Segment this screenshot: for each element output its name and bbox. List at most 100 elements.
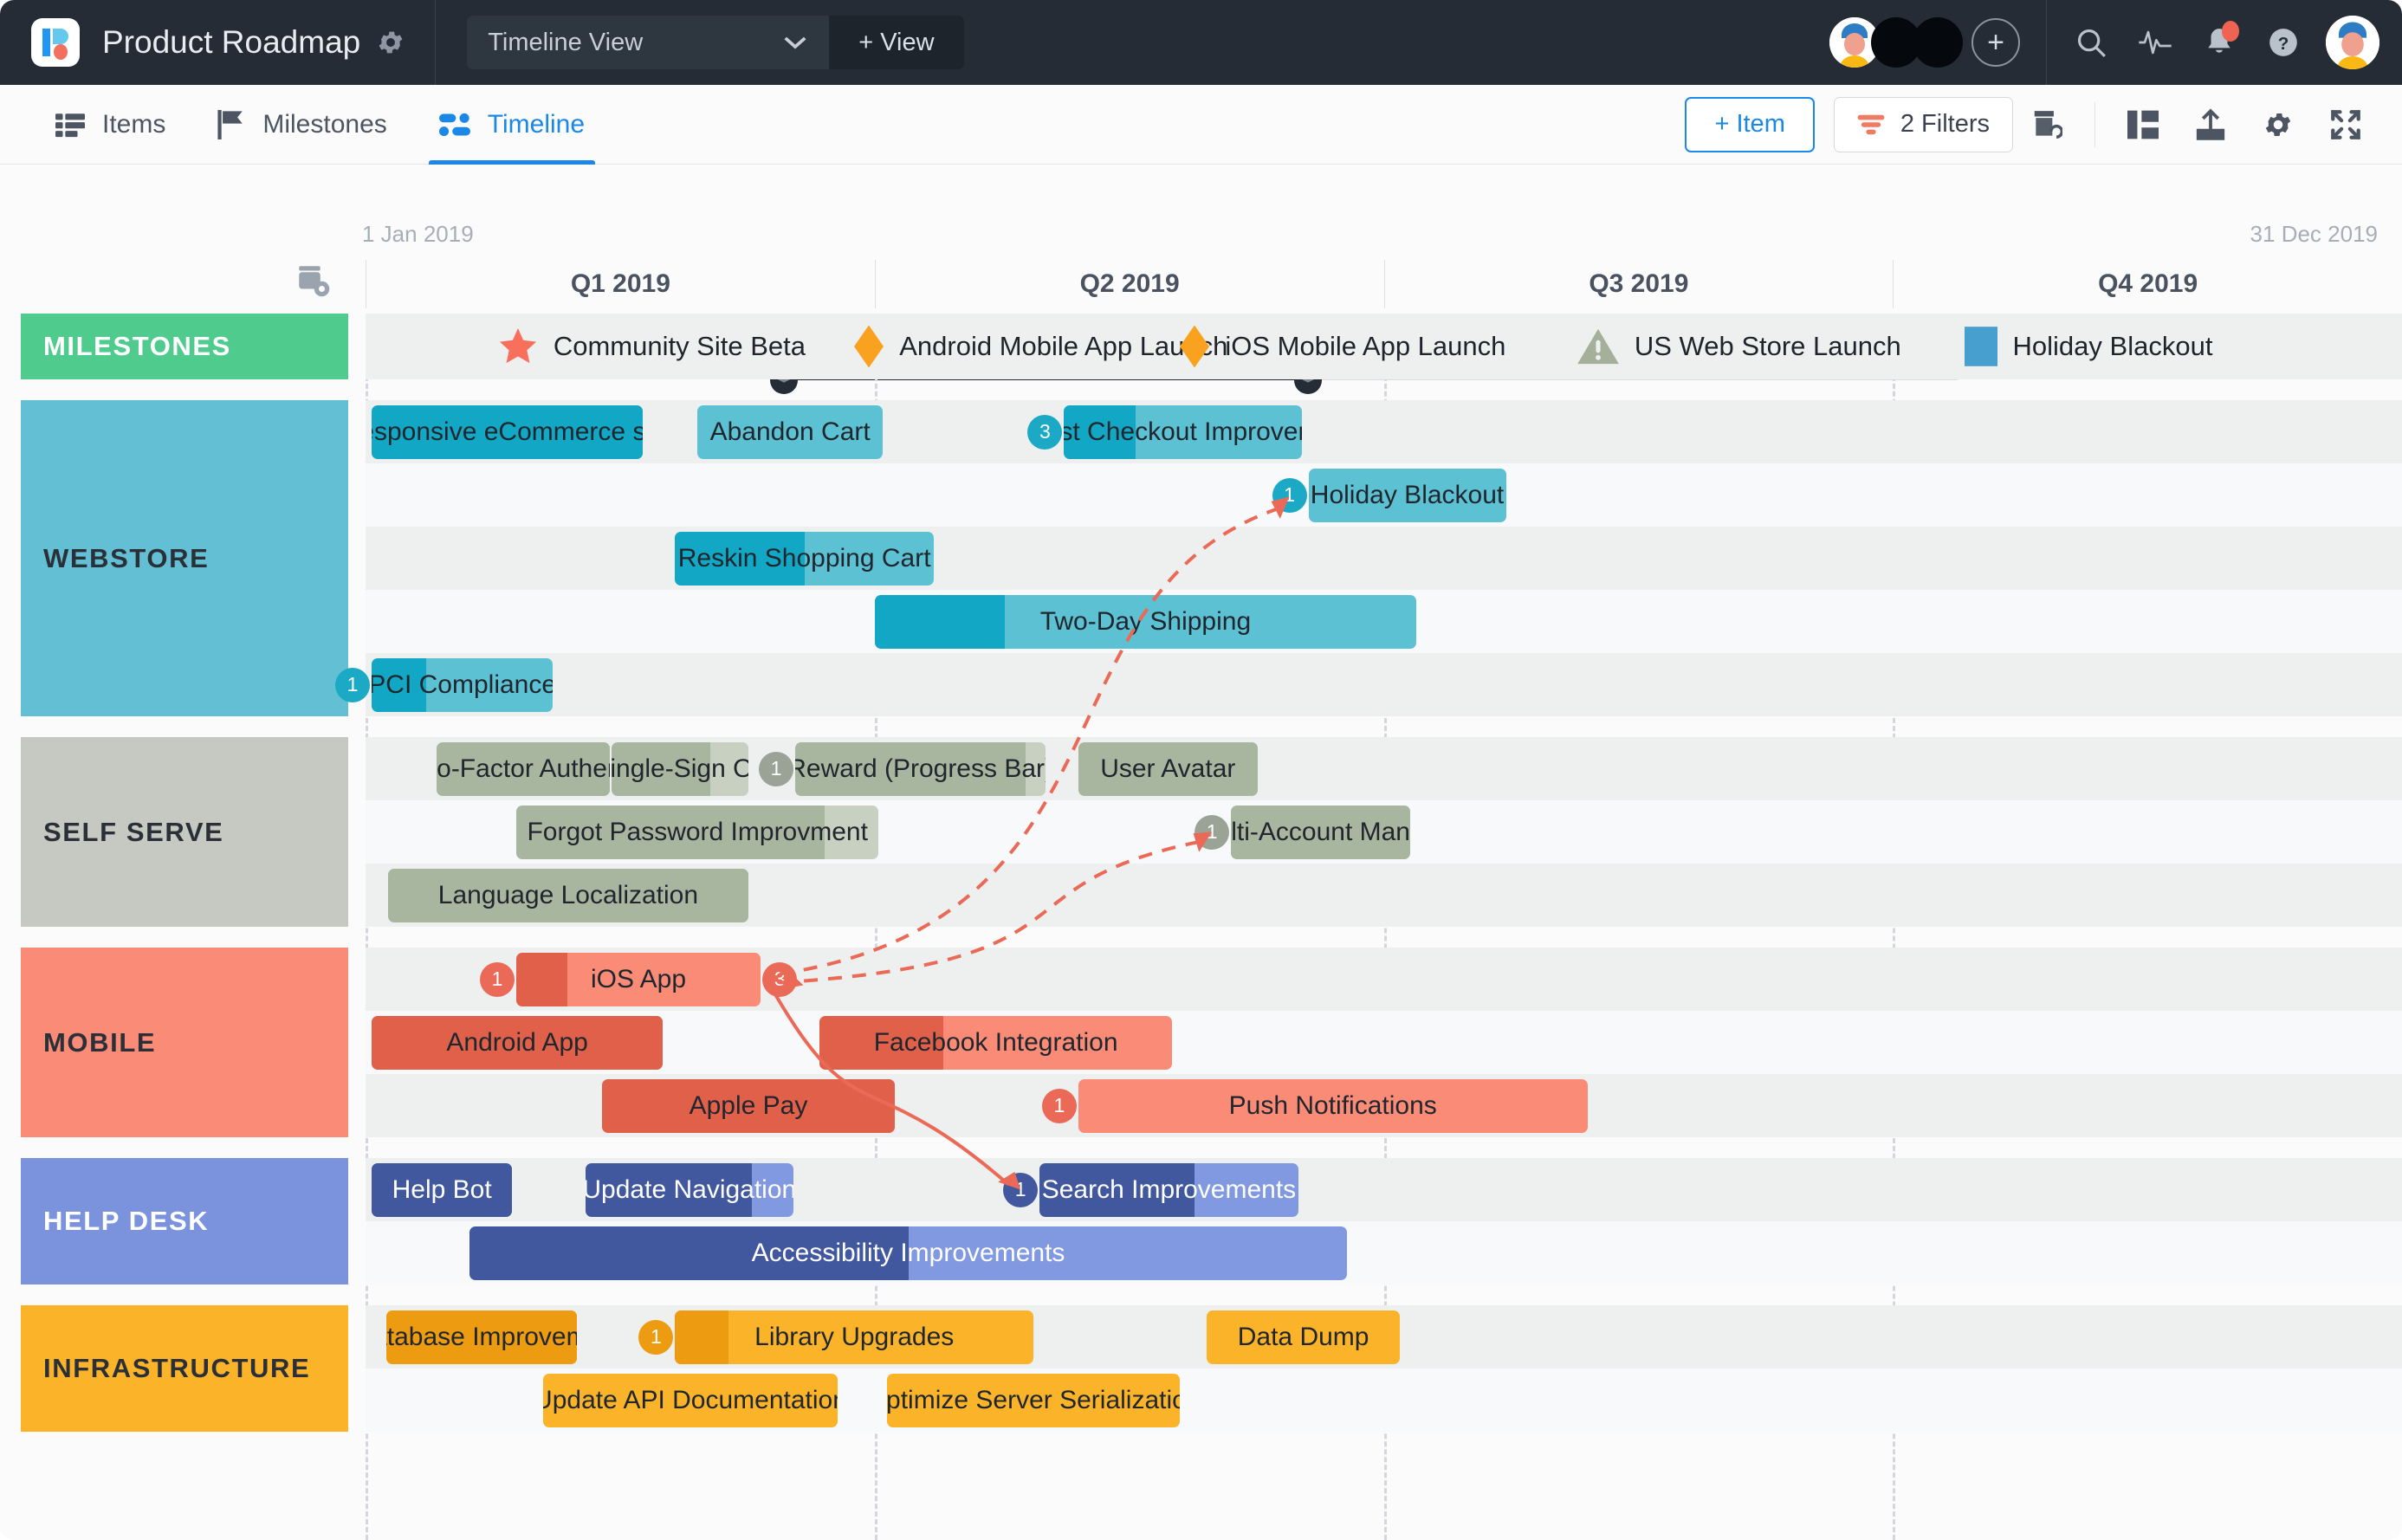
timeline-bar[interactable]: Facebook Integration [819, 1016, 1172, 1070]
timeline-bar[interactable]: User Avatar [1078, 742, 1258, 796]
timeline-row: iOS App 1 3 [366, 948, 2402, 1011]
milestone[interactable]: Android Mobile App Launch [854, 325, 1227, 368]
timeline-bar[interactable]: Update Navigation [586, 1163, 793, 1217]
dependency-badge[interactable]: 1 [1272, 478, 1307, 513]
milestone[interactable]: Holiday Blackout [1965, 327, 2213, 366]
timeline-bar[interactable]: Language Localization [388, 869, 748, 922]
bar-label: Language Localization [426, 881, 710, 910]
timeline-range-slider[interactable]: ◀▶ ◀▶ [0, 165, 2402, 217]
timeline-row: Holiday Blackout1 [366, 463, 2402, 527]
dependency-badge[interactable]: 1 [1003, 1173, 1038, 1207]
view-select[interactable]: Timeline View [467, 16, 829, 69]
timeline-date-bounds: 1 Jan 2019 31 Dec 2019 [0, 221, 2402, 254]
timeline-bar[interactable]: Multi-Account Mana... [1231, 806, 1410, 859]
gear-icon[interactable] [376, 28, 405, 57]
dependency-badge[interactable]: 3 [1027, 415, 1062, 450]
timeline-row: Android App Facebook Integration [366, 1011, 2402, 1074]
timeline-bar[interactable]: Database Improvem... [386, 1310, 578, 1364]
timeline-bar[interactable]: Abandon Cart [697, 405, 883, 459]
tab-items[interactable]: Items [29, 85, 191, 165]
swimlane-rows: Community Site Beta Android Mobile App La… [366, 314, 2402, 379]
timeline-bar[interactable]: PCI Compliance [372, 658, 553, 712]
gear-icon[interactable] [2244, 93, 2312, 157]
timeline-bar[interactable]: Accessibility Improvements [469, 1226, 1347, 1280]
tab-milestones[interactable]: Milestones [191, 85, 412, 165]
bar-label: iOS App [579, 965, 698, 994]
bar-label: User Avatar [1088, 754, 1247, 784]
filters-label: 2 Filters [1900, 110, 1990, 139]
dependency-badge[interactable]: 1 [759, 752, 793, 786]
timeline-bar[interactable]: Android App [372, 1016, 663, 1070]
dependency-badge[interactable]: 1 [1195, 815, 1229, 850]
search-icon[interactable] [2059, 10, 2123, 74]
calendar-settings-icon[interactable] [293, 260, 333, 300]
bar-label: Apple Pay [677, 1091, 820, 1121]
timeline-row: Accessibility Improvements [366, 1221, 2402, 1284]
timeline-bar[interactable]: Update API Documentation [543, 1374, 838, 1427]
panel-layout-icon[interactable] [2109, 93, 2177, 157]
timeline-bar[interactable]: Forgot Password Improvment [516, 806, 878, 859]
timeline-bar[interactable]: Reward (Progress Bar) [795, 742, 1046, 796]
milestone[interactable]: Community Site Beta [498, 327, 806, 366]
milestone[interactable]: iOS Mobile App Launch [1180, 325, 1505, 368]
timeline-bar[interactable]: Two-Day Shipping [875, 595, 1416, 649]
timeline-bar[interactable]: Optimize Server Serialization [887, 1374, 1181, 1427]
swimlane-label[interactable]: INFRASTRUCTURE [21, 1305, 348, 1432]
timeline-bar[interactable]: Reskin Shopping Cart [675, 532, 934, 586]
add-view-button[interactable]: + View [829, 16, 963, 69]
bar-label: Push Notifications [1217, 1091, 1449, 1121]
activity-icon[interactable] [2123, 10, 2187, 74]
add-member-button[interactable]: + [1971, 18, 2020, 67]
swimlane-label[interactable]: MILESTONES [21, 314, 348, 379]
swimlane-label[interactable]: MOBILE [21, 948, 348, 1137]
dependency-badge[interactable]: 1 [638, 1320, 673, 1355]
swimlane-rows: iOS App 1 3 Android App Facebook Integration… [366, 948, 2402, 1137]
bar-label: Two-Factor Authen... [437, 754, 610, 784]
timeline-bar[interactable]: Push Notifications [1078, 1079, 1588, 1133]
topbar-right-group: + ? [1829, 0, 2402, 85]
fullscreen-icon[interactable] [2312, 93, 2379, 157]
quarter-header: Q3 2019 [1384, 260, 1894, 308]
dependency-badge[interactable]: 3 [762, 962, 797, 997]
timeline-bar[interactable]: Apple Pay [602, 1079, 896, 1133]
diamond-icon [854, 325, 884, 368]
timeline-bar[interactable]: Data Dump [1207, 1310, 1400, 1364]
user-avatar[interactable] [2326, 16, 2379, 69]
dependency-badge[interactable]: 1 [1042, 1089, 1077, 1123]
milestone[interactable]: US Web Store Launch [1577, 327, 1901, 366]
dependency-badge[interactable]: 1 [480, 962, 515, 997]
timeline-bar[interactable]: Holiday Blackout [1309, 469, 1506, 522]
timeline-bar[interactable]: Library Upgrades [675, 1310, 1033, 1364]
timeline-bar[interactable]: Two-Factor Authen... [437, 742, 610, 796]
bar-label: PCI Compliance [372, 670, 553, 700]
timeline-bar[interactable]: Help Bot [372, 1163, 512, 1217]
timeline-bar[interactable]: Responsive eCommerce site [372, 405, 643, 459]
timeline-row: Help Bot Update Navigation Search Improvem… [366, 1158, 2402, 1221]
timeline-bar[interactable]: Search Improvements [1039, 1163, 1298, 1217]
add-item-button[interactable]: + Item [1685, 97, 1814, 152]
flag-icon [217, 110, 245, 139]
filters-button[interactable]: 2 Filters [1834, 97, 2013, 152]
diamond-icon [1180, 325, 1209, 368]
timeline-bar[interactable]: Single-Sign On [612, 742, 748, 796]
help-icon[interactable]: ? [2251, 10, 2315, 74]
timeline-bar[interactable]: Guest Checkout Improvement [1064, 405, 1302, 459]
progress-fill [875, 595, 1005, 649]
swimlane-label[interactable]: HELP DESK [21, 1158, 348, 1284]
export-icon[interactable] [2177, 93, 2244, 157]
avatar[interactable] [1913, 17, 1963, 68]
link-icon[interactable] [2013, 93, 2081, 157]
timeline-bar[interactable]: iOS App [516, 953, 761, 1006]
bell-icon[interactable] [2187, 10, 2251, 74]
view-selector-group: Timeline View + View [467, 16, 963, 69]
bar-label: Update API Documentation [543, 1386, 838, 1415]
swimlane-label[interactable]: SELF SERVE [21, 737, 348, 927]
swimlane-label[interactable]: WEBSTORE [21, 400, 348, 716]
dependency-badge[interactable]: 1 [335, 668, 370, 702]
toolbar-actions: + Item 2 Filters [1685, 93, 2402, 157]
swimlane-milestones: MILESTONES Community Site Beta Android Mob… [0, 314, 2402, 379]
progress-fill [675, 1310, 728, 1364]
timeline-start-date: 1 Jan 2019 [362, 221, 474, 248]
tab-timeline[interactable]: Timeline [413, 85, 611, 165]
swimlane-help-desk: HELP DESK Help Bot Update Navigation Search… [0, 1158, 2402, 1284]
